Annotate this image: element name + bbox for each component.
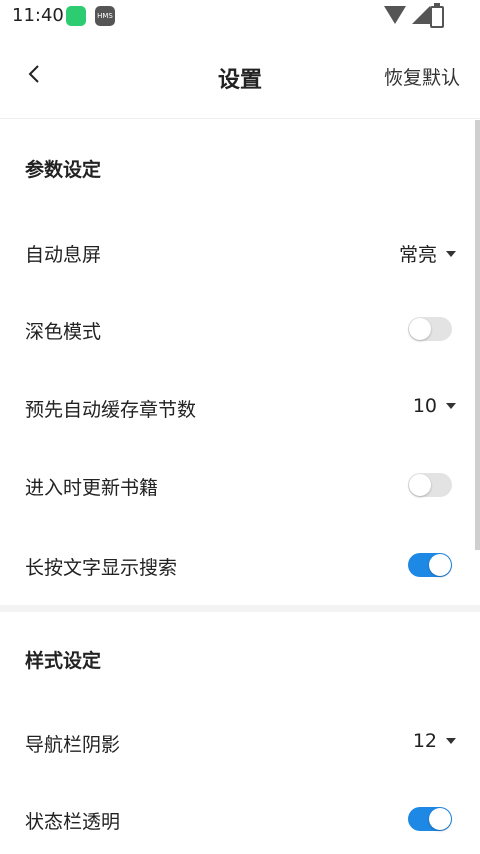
auto-screen-value: 常亮 [398,244,437,266]
restore-defaults-button[interactable]: 恢复默认 [384,63,460,90]
status-transparent-label: 状态栏透明 [25,811,121,833]
nav-shadow-dropdown[interactable]: 12 [413,730,456,752]
precache-dropdown[interactable]: 10 [413,395,456,417]
auto-screen-label: 自动息屏 [25,244,102,266]
signal-icon [412,6,430,24]
status-time: 11:40 [12,5,64,26]
long-press-search-label: 长按文字显示搜索 [25,557,178,579]
update-on-enter-label: 进入时更新书籍 [25,477,159,499]
long-press-search-toggle[interactable] [408,553,452,577]
dropdown-arrow-icon [446,250,456,257]
toggle-knob [429,554,451,576]
dark-mode-label: 深色模式 [25,321,102,343]
section-divider [0,605,480,612]
battery-icon [430,3,444,28]
hms-icon: HMS [95,6,115,26]
nav-shadow-value: 12 [412,730,437,752]
dropdown-arrow-icon [446,738,456,744]
scrollbar[interactable] [475,120,480,550]
toggle-knob [429,808,451,830]
app-g-icon [66,6,86,26]
toggle-knob [409,474,431,496]
section-title-params: 参数设定 [25,159,102,181]
dropdown-arrow-icon [446,403,456,409]
toggle-knob [409,318,431,340]
status-bar: 11:40 HMS [0,0,480,34]
dark-mode-toggle[interactable] [408,317,452,341]
nav-shadow-label: 导航栏阴影 [25,734,121,756]
status-transparent-toggle[interactable] [408,807,452,831]
section-title-style: 样式设定 [25,650,102,672]
precache-label: 预先自动缓存章节数 [25,399,197,421]
wifi-icon [384,6,406,24]
update-on-enter-toggle[interactable] [408,473,452,497]
top-app-bar: 设置 恢复默认 [0,34,480,119]
precache-value: 10 [412,395,437,417]
auto-screen-dropdown[interactable]: 常亮 [399,240,456,267]
